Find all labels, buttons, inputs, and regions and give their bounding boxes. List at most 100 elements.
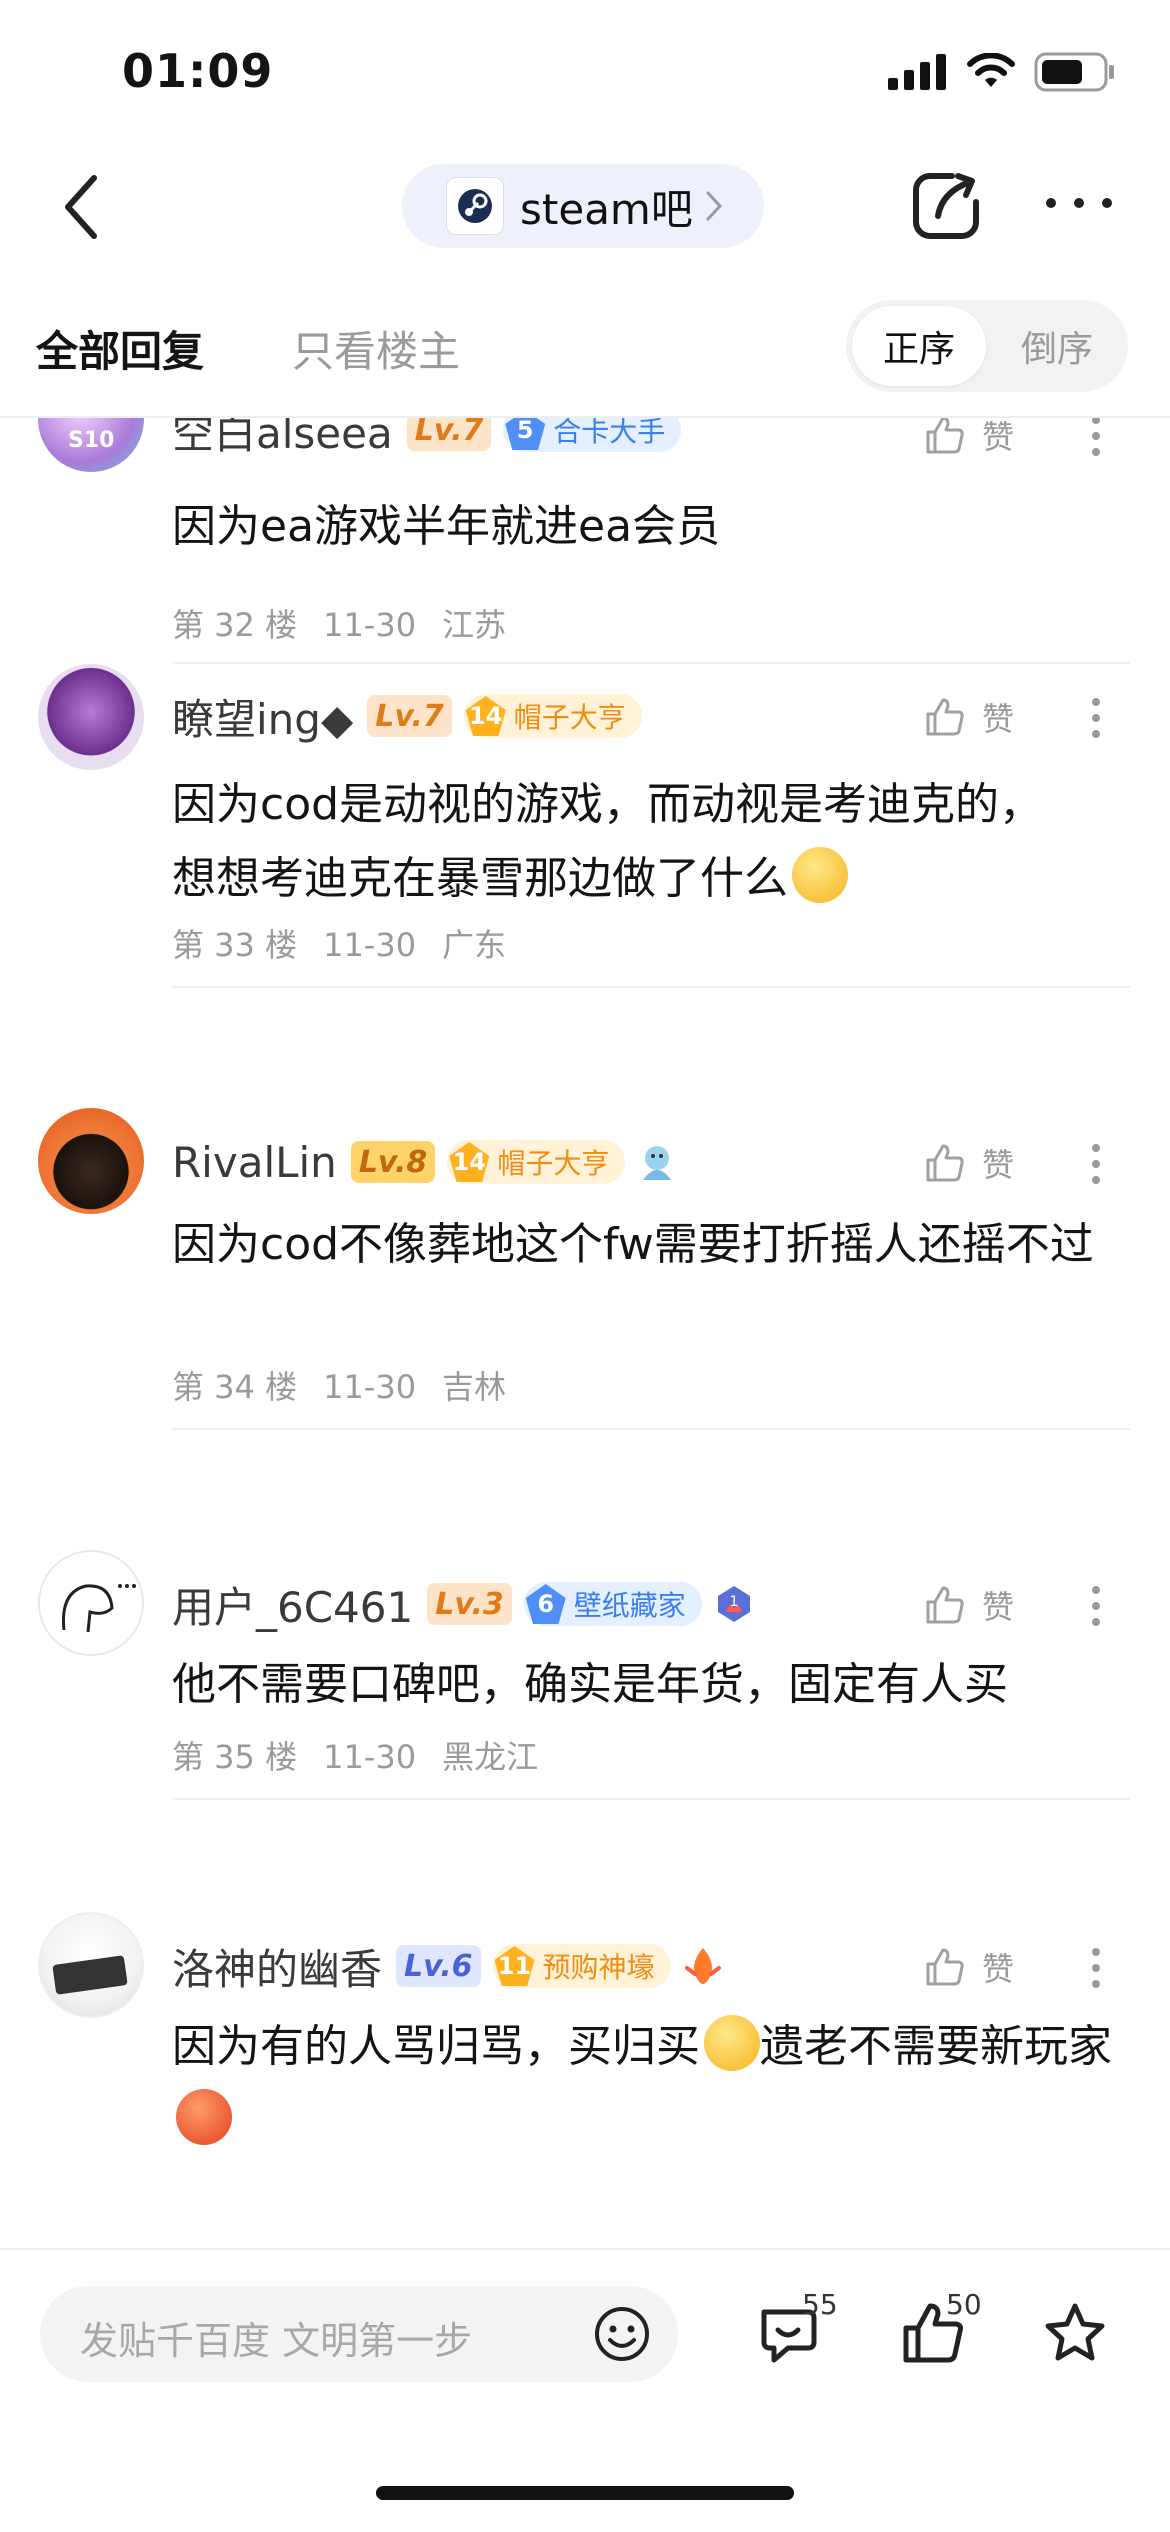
tab-all-replies[interactable]: 全部回复 bbox=[36, 318, 204, 379]
yummy-emoji-icon bbox=[704, 2015, 760, 2071]
more-icon[interactable] bbox=[1044, 196, 1114, 210]
forum-name: steam吧 bbox=[520, 184, 693, 234]
cellular-signal-icon bbox=[888, 54, 946, 90]
like-label: 赞 bbox=[982, 1588, 1015, 1626]
thumbs-up-icon bbox=[926, 1948, 964, 1986]
wifi-icon bbox=[967, 53, 1015, 87]
avatar[interactable] bbox=[38, 664, 144, 770]
like-button[interactable]: 赞 bbox=[924, 1140, 1014, 1186]
floor-number: 第 35 楼 bbox=[172, 1738, 298, 1776]
thumbs-up-icon bbox=[926, 1144, 964, 1182]
home-indicator[interactable] bbox=[376, 2486, 794, 2500]
post-content-text: 因为cod是动视的游戏，而动视是考迪克的，想想考迪克在暴雪那边做了什么 bbox=[172, 779, 1044, 904]
like-button[interactable]: 赞 bbox=[924, 418, 1014, 458]
post-more-icon[interactable] bbox=[1090, 696, 1102, 740]
honor-level: 11 bbox=[494, 1946, 535, 1986]
honor-level: 6 bbox=[525, 1584, 566, 1624]
sort-toggle: 正序 倒序 bbox=[846, 300, 1128, 392]
post-more-icon[interactable] bbox=[1090, 1142, 1102, 1186]
avatar[interactable] bbox=[38, 1912, 144, 2018]
level-badge: Lv.3 bbox=[427, 1583, 512, 1625]
emoji-icon[interactable] bbox=[592, 2304, 652, 2364]
username[interactable]: 空白alseea bbox=[172, 418, 393, 461]
post-divider bbox=[172, 986, 1130, 988]
thumbs-up-icon bbox=[926, 698, 964, 736]
honor-badge: 14 帽子大亨 bbox=[463, 694, 642, 738]
post-location: 黑龙江 bbox=[442, 1738, 539, 1776]
honor-level: 14 bbox=[465, 696, 506, 736]
honor-level: 14 bbox=[449, 1142, 490, 1182]
flame-badge-icon bbox=[684, 1948, 721, 1984]
reply-placeholder: 发贴千百度 文明第一步 bbox=[80, 2319, 473, 2363]
star-icon[interactable] bbox=[1040, 2298, 1110, 2368]
chevron-right-icon bbox=[706, 191, 722, 221]
post-content: 因为cod不像葬地这个fw需要打折摇人还摇不过 bbox=[172, 1219, 1094, 1270]
reply-input[interactable]: 发贴千百度 文明第一步 bbox=[40, 2286, 678, 2382]
svg-text:1: 1 bbox=[729, 1594, 738, 1610]
floor-number: 第 33 楼 bbox=[172, 926, 298, 964]
level-badge: Lv.7 bbox=[406, 418, 492, 451]
smirk-emoji-icon bbox=[792, 847, 848, 903]
username[interactable]: 洛神的幽香 bbox=[172, 1936, 382, 1997]
username[interactable]: RivalLin bbox=[172, 1138, 337, 1187]
post-more-icon[interactable] bbox=[1090, 1946, 1102, 1990]
user-row: 洛神的幽香 Lv.6 11 预购神壕 bbox=[172, 1936, 725, 1996]
list-item: RivalLin Lv.8 14 帽子大亨 赞 因为cod不像葬地这个fw需要打… bbox=[0, 1108, 1170, 1548]
user-row: RivalLin Lv.8 14 帽子大亨 bbox=[172, 1132, 679, 1192]
battery-icon bbox=[1034, 52, 1114, 92]
post-divider bbox=[172, 1428, 1130, 1430]
forum-avatar bbox=[446, 177, 504, 235]
list-item: 瞭望ing◆ Lv.7 14 帽子大亨 赞 因为cod是动视的游戏，而动视是考迪… bbox=[0, 664, 1170, 1106]
post-location: 江苏 bbox=[442, 606, 507, 644]
post-date: 11-30 bbox=[323, 1368, 417, 1406]
tab-op-only[interactable]: 只看楼主 bbox=[292, 318, 460, 379]
post-divider bbox=[172, 1798, 1130, 1800]
username[interactable]: 瞭望ing◆ bbox=[172, 686, 353, 747]
post-content-text-b: 遗老不需要新玩家 bbox=[760, 2021, 1112, 2072]
user-row: 空白alseea Lv.7 5 合卡大手 bbox=[172, 418, 682, 461]
post-content: 他不需要口碑吧，确实是年货，固定有人买 bbox=[172, 1659, 1008, 1710]
reply-list: S10 空白alseea Lv.7 5 合卡大手 赞 因为ea游戏半年就进ea会… bbox=[0, 418, 1170, 2248]
bottom-bar-divider bbox=[0, 2248, 1170, 2250]
honor-title: 帽子大亨 bbox=[497, 1147, 610, 1180]
avatar[interactable]: S10 bbox=[38, 418, 144, 472]
post-content: 因为cod是动视的游戏，而动视是考迪克的，想想考迪克在暴雪那边做了什么 bbox=[172, 768, 1072, 916]
post-content: 因为ea游戏半年就进ea会员 bbox=[172, 501, 721, 552]
username[interactable]: 用户_6C461 bbox=[172, 1574, 413, 1635]
honor-title: 帽子大亨 bbox=[513, 701, 626, 734]
like-count: 50 bbox=[946, 2288, 982, 2321]
honor-title: 合卡大手 bbox=[553, 418, 666, 448]
sort-asc-button[interactable]: 正序 bbox=[852, 306, 986, 386]
steam-logo-icon bbox=[458, 189, 492, 223]
like-label: 赞 bbox=[982, 1146, 1015, 1184]
sort-desc-button[interactable]: 倒序 bbox=[992, 306, 1122, 386]
avatar[interactable] bbox=[38, 1550, 144, 1656]
post-meta: 第 34 楼 11-30 吉林 bbox=[172, 1362, 532, 1408]
floor-number: 第 32 楼 bbox=[172, 606, 298, 644]
post-more-icon[interactable] bbox=[1090, 418, 1102, 458]
forum-pill[interactable]: steam吧 bbox=[402, 164, 764, 248]
back-icon[interactable] bbox=[56, 172, 106, 242]
post-location: 广东 bbox=[442, 926, 507, 964]
post-location: 吉林 bbox=[442, 1368, 507, 1406]
like-label: 赞 bbox=[982, 700, 1015, 738]
post-meta: 第 33 楼 11-30 广东 bbox=[172, 920, 532, 966]
like-label: 赞 bbox=[982, 1950, 1015, 1988]
like-button[interactable]: 赞 bbox=[924, 1944, 1014, 1990]
like-button[interactable]: 赞 bbox=[924, 694, 1014, 740]
rank-badge-icon: 1 bbox=[717, 1586, 750, 1622]
avatar[interactable] bbox=[38, 1108, 144, 1214]
post-more-icon[interactable] bbox=[1090, 1584, 1102, 1628]
doodle-avatar-icon bbox=[61, 1584, 136, 1633]
like-button[interactable]: 赞 bbox=[924, 1582, 1014, 1628]
share-icon[interactable] bbox=[908, 168, 984, 244]
level-badge: Lv.7 bbox=[367, 695, 452, 737]
comment-count: 55 bbox=[802, 2288, 838, 2321]
user-row: 瞭望ing◆ Lv.7 14 帽子大亨 bbox=[172, 686, 642, 746]
post-content: 因为有的人骂归骂，买归买 遗老不需要新玩家 bbox=[172, 2010, 1122, 2158]
post-date: 11-30 bbox=[323, 1738, 417, 1776]
status-icons bbox=[888, 52, 1116, 92]
angry-emoji-icon bbox=[176, 2089, 232, 2145]
honor-badge: 14 帽子大亨 bbox=[447, 1140, 626, 1184]
list-item: 用户_6C461 Lv.3 6 壁纸藏家 1 赞 他不需要口碑吧，确实是年货，固… bbox=[0, 1550, 1170, 1910]
